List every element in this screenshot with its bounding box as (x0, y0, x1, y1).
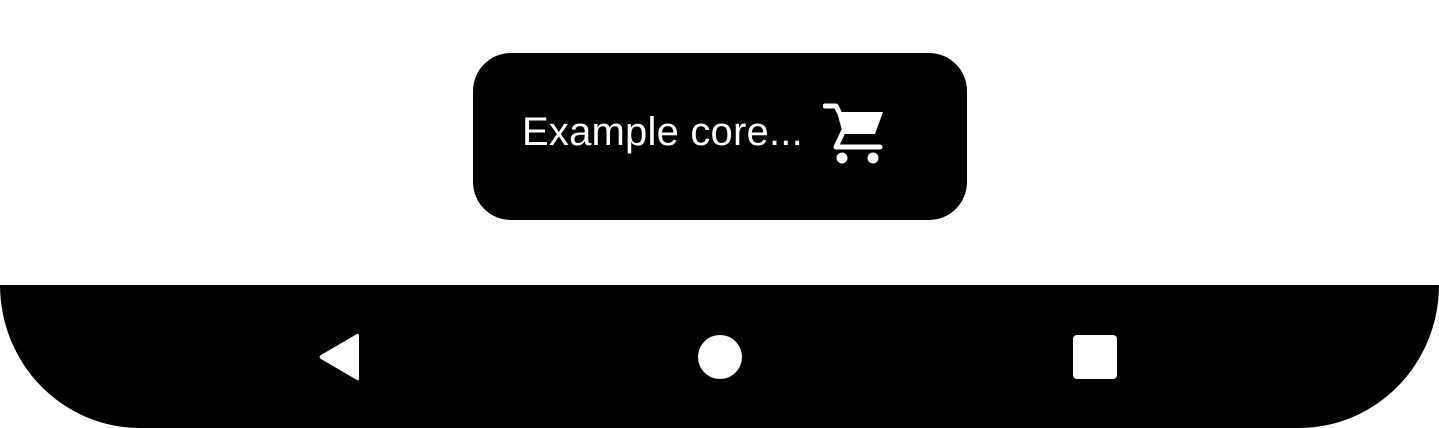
recents-square-icon (1073, 334, 1117, 379)
home-button[interactable] (660, 285, 780, 428)
back-triangle-icon (319, 333, 359, 380)
recents-button[interactable] (1035, 285, 1155, 428)
cart-chip-label: Example core... (522, 110, 803, 154)
shopping-cart-icon (822, 102, 885, 164)
system-navigation-bar (0, 285, 1439, 428)
cart-chip-button[interactable]: Example core... (473, 53, 967, 220)
screen: Example core... (0, 0, 1439, 428)
home-circle-icon (698, 334, 742, 379)
back-button[interactable] (280, 285, 400, 428)
